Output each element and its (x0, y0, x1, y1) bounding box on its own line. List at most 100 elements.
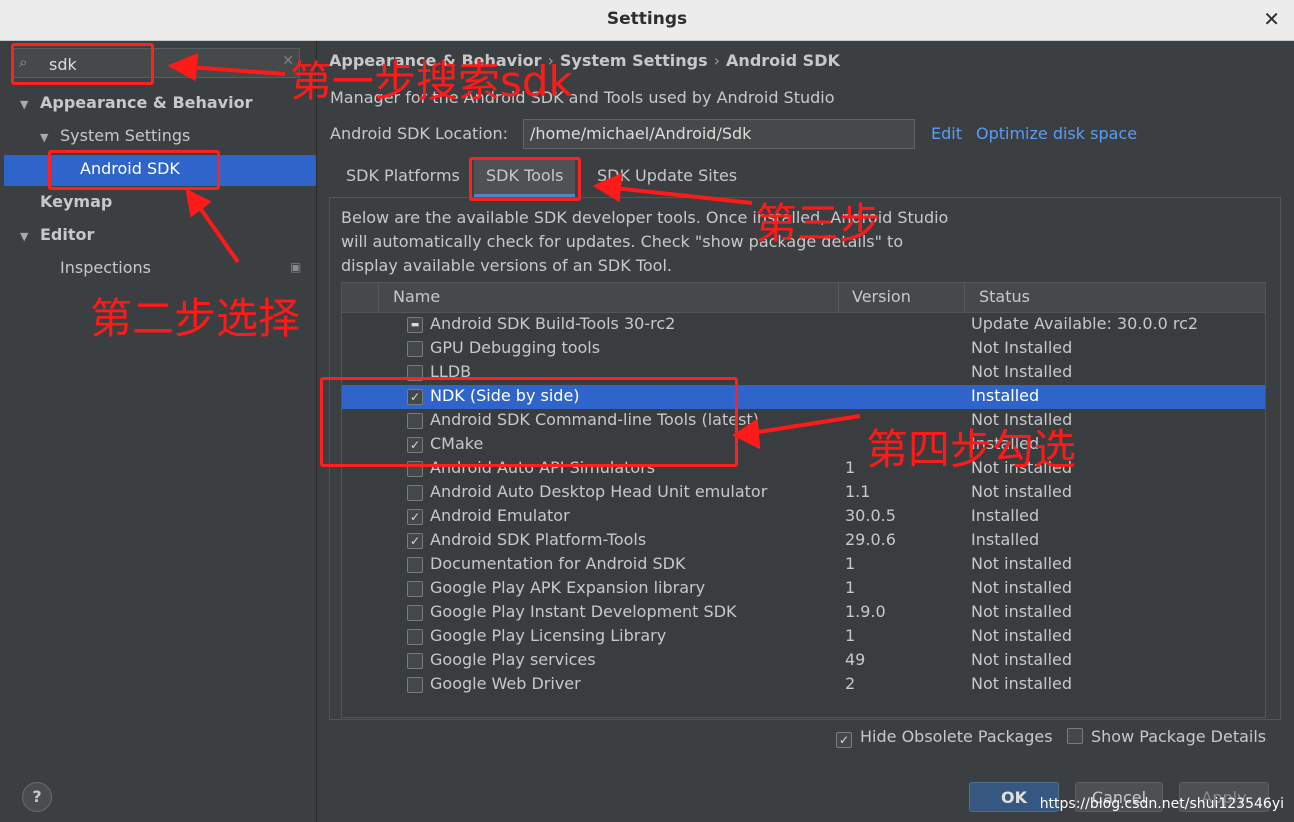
window-title: Settings (606, 9, 688, 29)
sidebar-item-appearance-behavior[interactable]: ▼ Appearance & Behavior (20, 93, 252, 112)
column-divider (838, 283, 839, 312)
cell-version: 2 (845, 674, 856, 693)
checkbox-unchecked-icon[interactable] (407, 677, 423, 693)
table-row[interactable]: Google Web Driver 2 Not installed (342, 673, 1265, 697)
tab-sdk-platforms[interactable]: SDK Platforms (334, 158, 472, 194)
checkbox-partial-icon[interactable]: ▬ (407, 317, 423, 333)
show-package-details-label: Show Package Details (1091, 727, 1267, 746)
cell-status: Not installed (971, 578, 1073, 597)
checkbox-unchecked-icon[interactable] (407, 341, 423, 357)
cell-status: Not Installed (971, 338, 1073, 357)
sidebar-item-label: System Settings (60, 126, 191, 145)
cell-name: GPU Debugging tools (430, 338, 601, 357)
expand-arrow-icon[interactable]: ▼ (40, 131, 54, 144)
sdk-location-field[interactable]: /home/michael/Android/Sdk (523, 119, 915, 149)
checkbox-checked-icon[interactable]: ✓ (407, 533, 423, 549)
cell-version: 1 (845, 626, 856, 645)
table-row[interactable]: Google Play APK Expansion library 1 Not in… (342, 577, 1265, 601)
cell-version: 1 (845, 578, 856, 597)
cell-status: Not installed (971, 554, 1073, 573)
column-divider (378, 283, 379, 312)
cell-status: Not Installed (971, 362, 1073, 381)
sdk-tools-table: Name Version Status ▬ Android SDK Build-T… (341, 282, 1266, 718)
sidebar-item-label: Keymap (40, 192, 113, 211)
cell-name: Documentation for Android SDK (430, 554, 686, 573)
sidebar-item-system-settings[interactable]: ▼ System Settings (40, 126, 190, 145)
checkbox-unchecked-icon[interactable] (407, 581, 423, 597)
column-header-status[interactable]: Status (979, 287, 1030, 306)
sidebar-item-keymap[interactable]: Keymap (40, 192, 112, 211)
cell-status: Installed (971, 386, 1040, 405)
sidebar-item-label: Editor (40, 225, 95, 244)
cell-status: Installed (971, 506, 1040, 525)
table-row[interactable]: Google Play services 49 Not installed (342, 649, 1265, 673)
checkbox-unchecked-icon[interactable] (407, 485, 423, 501)
table-header: Name Version Status (342, 283, 1265, 313)
edit-link[interactable]: Edit (931, 124, 962, 143)
expand-arrow-icon[interactable]: ▼ (20, 98, 34, 111)
table-row[interactable]: ▬ Android SDK Build-Tools 30-rc2 Update Av… (342, 313, 1265, 337)
table-row[interactable]: Documentation for Android SDK 1 Not instal… (342, 553, 1265, 577)
annotation-step2-text: 第二步选择 (90, 294, 301, 343)
checkbox-unchecked-icon[interactable] (407, 557, 423, 573)
table-row[interactable]: Google Play Instant Development SDK 1.9.0… (342, 601, 1265, 625)
breadcrumb-system-settings: System Settings (559, 51, 708, 70)
cell-status: Not installed (971, 650, 1073, 669)
annotation-box-android-sdk (48, 150, 220, 190)
table-row[interactable]: ✓ Android Emulator 30.0.5 Installed (342, 505, 1265, 529)
table-row[interactable]: ✓ Android SDK Platform-Tools 29.0.6 Install… (342, 529, 1265, 553)
cell-version: 29.0.6 (845, 530, 896, 549)
cell-name: Google Play APK Expansion library (430, 578, 706, 597)
annotation-step3-text: 第三步 (755, 199, 882, 248)
close-icon[interactable]: ✕ (1263, 7, 1280, 31)
checkbox-checked-icon[interactable]: ✓ (836, 732, 852, 748)
sidebar-item-editor[interactable]: ▼ Editor (20, 225, 94, 244)
sdk-location-label: Android SDK Location: (330, 124, 509, 143)
watermark: https://blog.csdn.net/shui123546yi (1039, 796, 1284, 812)
cell-version: 1.1 (845, 482, 871, 501)
cell-name: Android Auto Desktop Head Unit emulator (430, 482, 768, 501)
show-package-details-checkbox[interactable]: Show Package Details (1067, 727, 1266, 746)
cell-version: 49 (845, 650, 866, 669)
cell-name: Android Emulator (430, 506, 570, 525)
annotation-box-search (11, 43, 154, 85)
title-bar: Settings ✕ (0, 0, 1294, 41)
cell-version: 1 (845, 458, 856, 477)
table-row[interactable]: Google Play Licensing Library 1 Not instal… (342, 625, 1265, 649)
table-row[interactable]: Android Auto Desktop Head Unit emulator 1… (342, 481, 1265, 505)
cell-name: Google Play Licensing Library (430, 626, 667, 645)
cell-version: 30.0.5 (845, 506, 896, 525)
checkbox-unchecked-icon[interactable] (407, 605, 423, 621)
cell-name: Android SDK Build-Tools 30-rc2 (430, 314, 676, 333)
hide-obsolete-checkbox[interactable]: ✓ Hide Obsolete Packages (836, 727, 1053, 748)
cell-status: Update Available: 30.0.0 rc2 (971, 314, 1199, 333)
annotation-step1-text: 第一步搜索sdk (290, 57, 573, 106)
cell-status: Not installed (971, 674, 1073, 693)
annotation-box-checkboxes (320, 377, 738, 467)
column-divider (964, 283, 965, 312)
cell-status: Installed (971, 530, 1040, 549)
tab-sdk-update-sites[interactable]: SDK Update Sites (585, 158, 749, 194)
cell-status: Not installed (971, 602, 1073, 621)
cell-version: 1 (845, 554, 856, 573)
checkbox-checked-icon[interactable]: ✓ (407, 509, 423, 525)
annotation-step4-text: 第四步勾选 (866, 425, 1077, 474)
checkbox-unchecked-icon[interactable] (407, 629, 423, 645)
breadcrumb-separator-icon: › (713, 51, 721, 70)
sidebar-item-inspections[interactable]: Inspections (60, 258, 151, 277)
cell-name: Google Play Instant Development SDK (430, 602, 737, 621)
column-header-name[interactable]: Name (393, 287, 440, 306)
table-row[interactable]: GPU Debugging tools Not Installed (342, 337, 1265, 361)
expand-arrow-icon[interactable]: ▼ (20, 230, 34, 243)
project-scope-icon: ▣ (290, 260, 302, 274)
optimize-disk-space-link[interactable]: Optimize disk space (976, 124, 1137, 143)
checkbox-unchecked-icon[interactable] (407, 653, 423, 669)
cell-name: Google Play services (430, 650, 596, 669)
checkbox-unchecked-icon[interactable] (1067, 728, 1083, 744)
sidebar-item-label: Inspections (60, 258, 151, 277)
annotation-box-sdk-tools-tab (469, 157, 581, 201)
cell-name: Google Web Driver (430, 674, 581, 693)
cell-status: Not installed (971, 482, 1073, 501)
column-header-version[interactable]: Version (852, 287, 911, 306)
help-button[interactable]: ? (22, 782, 52, 812)
